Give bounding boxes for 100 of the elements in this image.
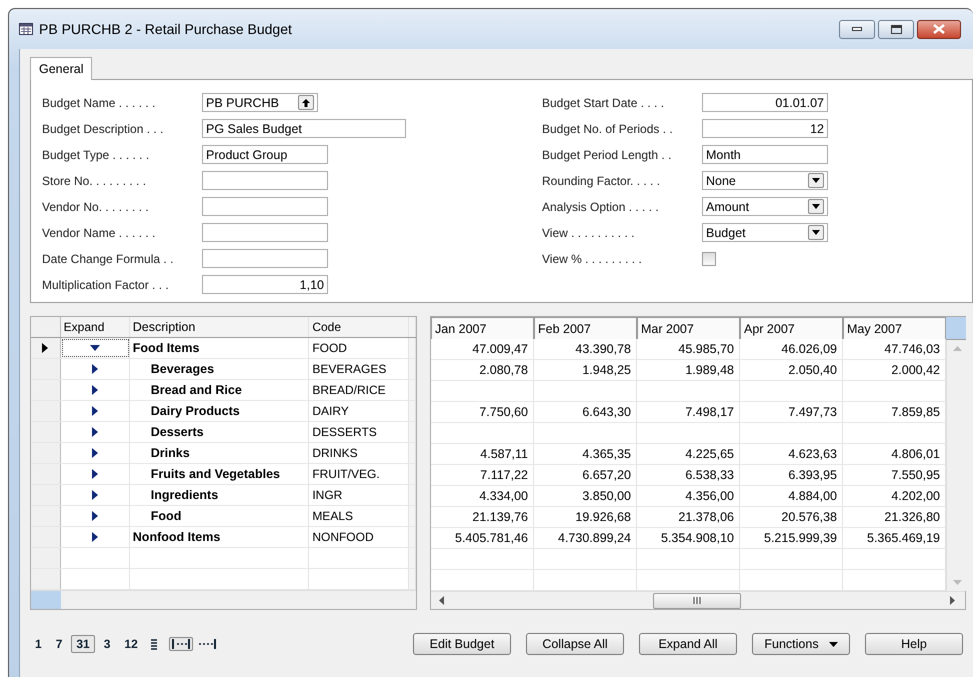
input-field[interactable] [202, 223, 328, 242]
grid-corner [946, 317, 966, 340]
field-label: View . . . . . . . . . . [542, 226, 636, 240]
collapsed-arrow-icon[interactable] [92, 469, 98, 479]
action-button[interactable]: Collapse All [526, 633, 624, 655]
column-header[interactable]: Jan 2007 [431, 317, 534, 339]
row-description: Bread and Rice [150, 383, 242, 397]
field-label: Multiplication Factor . . . [42, 278, 170, 292]
scroll-right-icon [950, 596, 955, 605]
horizontal-scrollbar[interactable] [431, 591, 965, 609]
collapsed-arrow-icon[interactable] [92, 490, 98, 500]
current-row-icon [42, 343, 48, 353]
collapsed-arrow-icon[interactable] [92, 385, 98, 395]
row-code: BEVERAGES [312, 362, 386, 376]
dropdown-field[interactable]: Amount [702, 197, 828, 216]
collapsed-arrow-icon[interactable] [92, 511, 98, 521]
row-description: Dairy Products [150, 404, 240, 418]
column-header[interactable]: Feb 2007 [534, 317, 637, 339]
row-code: NONFOOD [312, 530, 374, 544]
period-button[interactable]: 7 [50, 635, 68, 653]
tab[interactable]: General [30, 57, 92, 80]
table-cell: 4.587,11 [480, 447, 528, 461]
expanded-arrow-icon[interactable] [90, 345, 100, 351]
lookup-field[interactable]: PB PURCHB [202, 93, 318, 112]
input-field[interactable]: 01.01.07 [702, 93, 828, 112]
window-title: PB PURCHB 2 - Retail Purchase Budget [39, 21, 292, 37]
field-label: Store No. . . . . . . . . [42, 174, 148, 188]
table-cell: 3.850,00 [582, 489, 631, 503]
field-label: Analysis Option . . . . . [542, 200, 660, 214]
table-cell: 4.356,00 [685, 489, 734, 503]
table-icon [19, 23, 33, 35]
row-selector[interactable] [31, 338, 61, 358]
input-field[interactable]: 12 [702, 119, 828, 138]
caret-icon [828, 642, 838, 646]
dropdown-field[interactable]: None [702, 171, 828, 190]
row-description: Desserts [150, 425, 204, 439]
table-cell: 2.000,42 [891, 363, 940, 377]
column-header[interactable]: May 2007 [843, 317, 946, 339]
table-cell: 4.225,65 [685, 447, 734, 461]
minimize-icon [852, 27, 862, 31]
collapsed-arrow-icon[interactable] [92, 406, 98, 416]
table-cell: 19.926,68 [575, 510, 631, 524]
collapsed-arrow-icon[interactable] [92, 427, 98, 437]
field-label: Date Change Formula . . [42, 252, 174, 266]
input-field[interactable]: PG Sales Budget [202, 119, 406, 138]
field-label: Budget Name . . . . . . [42, 96, 156, 110]
action-button[interactable]: Edit Budget [413, 633, 511, 655]
to-date-range-icon [198, 639, 216, 649]
scroll-left-icon [439, 596, 444, 605]
row-description: Drinks [150, 446, 190, 460]
action-button[interactable]: Expand All [639, 633, 737, 655]
period-button[interactable]: 31 [71, 635, 95, 653]
maximize-button[interactable] [878, 20, 914, 38]
table-cell: 1.948,25 [582, 363, 631, 377]
menu-button[interactable]: Functions [752, 633, 850, 655]
input-field[interactable] [202, 171, 328, 190]
action-button[interactable]: Help [865, 633, 963, 655]
table-cell: 20.576,38 [781, 510, 837, 524]
collapsed-arrow-icon[interactable] [92, 364, 98, 374]
table-cell: 45.985,70 [678, 342, 734, 356]
input-field[interactable]: Month [702, 145, 828, 164]
period-button[interactable]: 12 [119, 635, 143, 653]
field-label: Budget Description . . . [42, 122, 164, 136]
dropdown-field[interactable]: Budget [702, 223, 828, 242]
column-header[interactable]: Expand [60, 317, 130, 337]
minimize-button[interactable] [839, 20, 875, 38]
input-field[interactable]: 1,10 [202, 275, 328, 294]
field-label: Rounding Factor. . . . . [542, 174, 662, 188]
period-button[interactable]: 1 [30, 635, 47, 653]
input-field[interactable]: Product Group [202, 145, 328, 164]
table-cell: 43.390,78 [575, 342, 631, 356]
table-cell: 5.215.999,39 [764, 531, 837, 545]
period-range-icon [172, 639, 190, 649]
input-field[interactable] [202, 197, 328, 216]
collapsed-arrow-icon[interactable] [92, 532, 98, 542]
table-cell: 6.538,33 [685, 468, 734, 482]
table-cell: 46.026,09 [781, 342, 837, 356]
table-cell: 47.746,03 [884, 342, 940, 356]
row-code: BREAD/RICE [312, 383, 386, 397]
input-field[interactable] [202, 249, 328, 268]
checkbox[interactable] [702, 252, 716, 266]
collapsed-arrow-icon[interactable] [92, 448, 98, 458]
column-header[interactable]: Mar 2007 [637, 317, 740, 339]
field-label: Vendor Name . . . . . . [42, 226, 156, 240]
scroll-thumb[interactable] [653, 592, 741, 608]
row-code: FRUIT/VEG. [312, 467, 380, 481]
period-button[interactable]: 3 [98, 635, 116, 653]
dropdown-arrow-icon [812, 204, 820, 209]
grip-icon [693, 597, 701, 604]
list-icon [150, 638, 157, 650]
close-button[interactable] [917, 20, 961, 38]
table-cell: 7.497,73 [788, 405, 837, 419]
field-label: Budget No. of Periods . . [542, 122, 674, 136]
table-cell: 4.334,00 [479, 489, 528, 503]
column-header[interactable]: Description [130, 317, 310, 337]
row-code: FOOD [312, 341, 347, 355]
vertical-scrollbar[interactable] [946, 340, 967, 591]
table-cell: 6.643,30 [582, 405, 631, 419]
range-mode-button[interactable] [168, 637, 193, 651]
column-header[interactable]: Apr 2007 [740, 317, 843, 339]
